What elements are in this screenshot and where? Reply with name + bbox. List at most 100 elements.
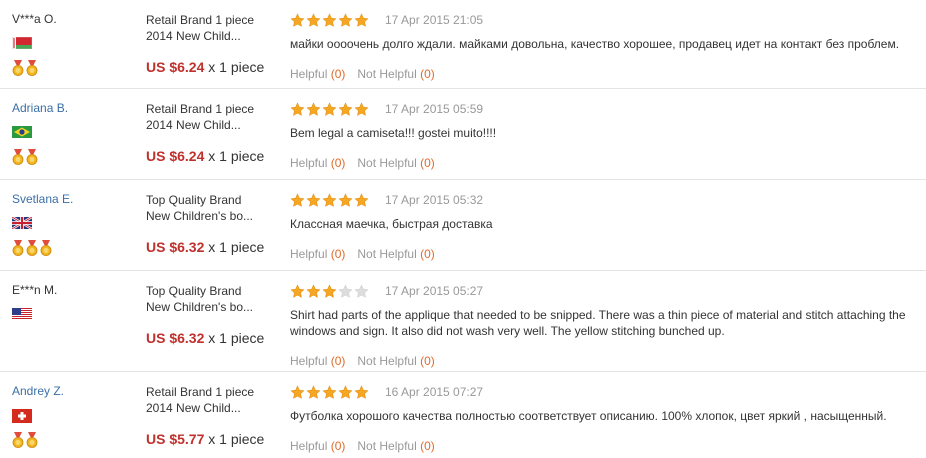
medal-icon <box>12 240 24 256</box>
brazil-flag-icon <box>12 126 32 138</box>
reviewer-name: E***n M. <box>12 283 58 297</box>
reviewer-info: V***a O. <box>12 12 132 76</box>
quantity: x 1 piece <box>208 59 265 75</box>
star-empty-icon <box>354 283 369 298</box>
star-filled-icon <box>338 101 353 116</box>
helpful-button[interactable]: Helpful (0) <box>290 354 345 368</box>
review-content: 17 Apr 2015 05:27 Shirt had parts of the… <box>290 283 924 368</box>
feedback-row: Helpful (0) Not Helpful (0) <box>290 156 924 170</box>
reviewer-info: Adriana B. <box>12 101 132 165</box>
price: US $6.32 <box>146 239 205 255</box>
helpful-label[interactable]: Helpful <box>290 67 327 81</box>
reviewer-info: Andrey Z. <box>12 384 132 448</box>
medal-icon <box>26 149 38 165</box>
helpful-button[interactable]: Helpful (0) <box>290 156 345 170</box>
review-content: 16 Apr 2015 07:27 Футболка хорошого каче… <box>290 384 924 453</box>
not-helpful-button[interactable]: Not Helpful (0) <box>357 156 434 170</box>
product-name[interactable]: Retail Brand 1 piece 2014 New Child... <box>146 12 286 44</box>
not-helpful-label[interactable]: Not Helpful <box>357 354 416 368</box>
product-name-line[interactable]: New Children's bo... <box>146 299 286 315</box>
not-helpful-label[interactable]: Not Helpful <box>357 156 416 170</box>
medal-icon <box>12 60 24 76</box>
helpful-count: (0) <box>330 354 346 368</box>
review-content: 17 Apr 2015 05:59 Bem legal a camiseta!!… <box>290 101 924 170</box>
reviewer-medals <box>12 240 132 256</box>
medal-icon <box>12 149 24 165</box>
star-filled-icon <box>354 384 369 399</box>
not-helpful-count: (0) <box>420 247 435 261</box>
reviewer-name[interactable]: Adriana B. <box>12 101 132 115</box>
product-name-line[interactable]: 2014 New Child... <box>146 117 286 133</box>
star-filled-icon <box>322 12 337 27</box>
helpful-button[interactable]: Helpful (0) <box>290 247 345 261</box>
star-filled-icon <box>290 283 305 298</box>
review-item: Adriana B. Retail Brand 1 piece 2014 New… <box>0 89 926 180</box>
review-item: E***n M. Top Quality Brand New Children'… <box>0 271 926 372</box>
product-name-line[interactable]: Top Quality Brand <box>146 192 286 208</box>
product-name[interactable]: Top Quality Brand New Children's bo... <box>146 283 286 315</box>
reviewer-name[interactable]: Andrey Z. <box>12 384 132 398</box>
not-helpful-count: (0) <box>420 439 435 453</box>
star-filled-icon <box>290 101 305 116</box>
not-helpful-button[interactable]: Not Helpful (0) <box>357 247 434 261</box>
helpful-label[interactable]: Helpful <box>290 247 327 261</box>
product-name-line[interactable]: 2014 New Child... <box>146 28 286 44</box>
star-filled-icon <box>338 192 353 207</box>
medal-icon <box>12 432 24 448</box>
review-text: Футболка хорошого качества полностью соо… <box>290 409 887 423</box>
not-helpful-button[interactable]: Not Helpful (0) <box>357 439 434 453</box>
star-filled-icon <box>290 384 305 399</box>
quantity: x 1 piece <box>208 330 265 346</box>
not-helpful-count: (0) <box>420 354 435 368</box>
medal-icon <box>26 432 38 448</box>
not-helpful-label[interactable]: Not Helpful <box>357 247 416 261</box>
reviewer-name[interactable]: Svetlana E. <box>12 192 132 206</box>
quantity: x 1 piece <box>208 239 265 255</box>
usa-flag-icon <box>12 308 32 320</box>
star-filled-icon <box>354 192 369 207</box>
product-name-line[interactable]: Retail Brand 1 piece <box>146 101 286 117</box>
star-filled-icon <box>306 192 321 207</box>
reviewer-medals <box>12 432 132 448</box>
uk-flag-icon <box>12 217 32 229</box>
feedback-row: Helpful (0) Not Helpful (0) <box>290 67 924 81</box>
review-list: V***a O. Retail Brand 1 piece 2014 New C… <box>0 0 926 458</box>
product-name-line[interactable]: Retail Brand 1 piece <box>146 12 286 28</box>
star-rating <box>290 192 369 208</box>
reviewer-name: V***a O. <box>12 12 57 26</box>
medal-icon <box>26 60 38 76</box>
helpful-label[interactable]: Helpful <box>290 156 327 170</box>
product-name-line[interactable]: New Children's bo... <box>146 208 286 224</box>
product-name[interactable]: Retail Brand 1 piece 2014 New Child... <box>146 101 286 133</box>
star-rating <box>290 384 369 400</box>
review-text: Bem legal a camiseta!!! gostei muito!!!! <box>290 126 497 140</box>
not-helpful-label[interactable]: Not Helpful <box>357 67 416 81</box>
medal-icon <box>26 240 38 256</box>
review-date: 17 Apr 2015 05:32 <box>385 193 484 207</box>
product-name-line[interactable]: 2014 New Child... <box>146 400 286 416</box>
product-name[interactable]: Retail Brand 1 piece 2014 New Child... <box>146 384 286 416</box>
review-date: 17 Apr 2015 05:59 <box>385 102 484 116</box>
product-name[interactable]: Top Quality Brand New Children's bo... <box>146 192 286 224</box>
helpful-button[interactable]: Helpful (0) <box>290 67 345 81</box>
product-name-line[interactable]: Top Quality Brand <box>146 283 286 299</box>
not-helpful-button[interactable]: Not Helpful (0) <box>357 67 434 81</box>
not-helpful-button[interactable]: Not Helpful (0) <box>357 354 434 368</box>
reviewer-medals <box>12 149 132 165</box>
helpful-label[interactable]: Helpful <box>290 354 327 368</box>
star-filled-icon <box>306 384 321 399</box>
price-row: US $5.77 x 1 piece <box>146 431 286 447</box>
not-helpful-label[interactable]: Not Helpful <box>357 439 416 453</box>
helpful-button[interactable]: Helpful (0) <box>290 439 345 453</box>
feedback-row: Helpful (0) Not Helpful (0) <box>290 354 924 368</box>
rating-row: 17 Apr 2015 21:05 <box>290 12 924 28</box>
quantity: x 1 piece <box>208 431 265 447</box>
product-name-line[interactable]: Retail Brand 1 piece <box>146 384 286 400</box>
star-filled-icon <box>338 12 353 27</box>
star-filled-icon <box>290 12 305 27</box>
reviewer-medals <box>12 60 132 76</box>
product-info: Top Quality Brand New Children's bo... U… <box>146 283 286 346</box>
star-filled-icon <box>322 192 337 207</box>
helpful-label[interactable]: Helpful <box>290 439 327 453</box>
helpful-count: (0) <box>330 67 346 81</box>
